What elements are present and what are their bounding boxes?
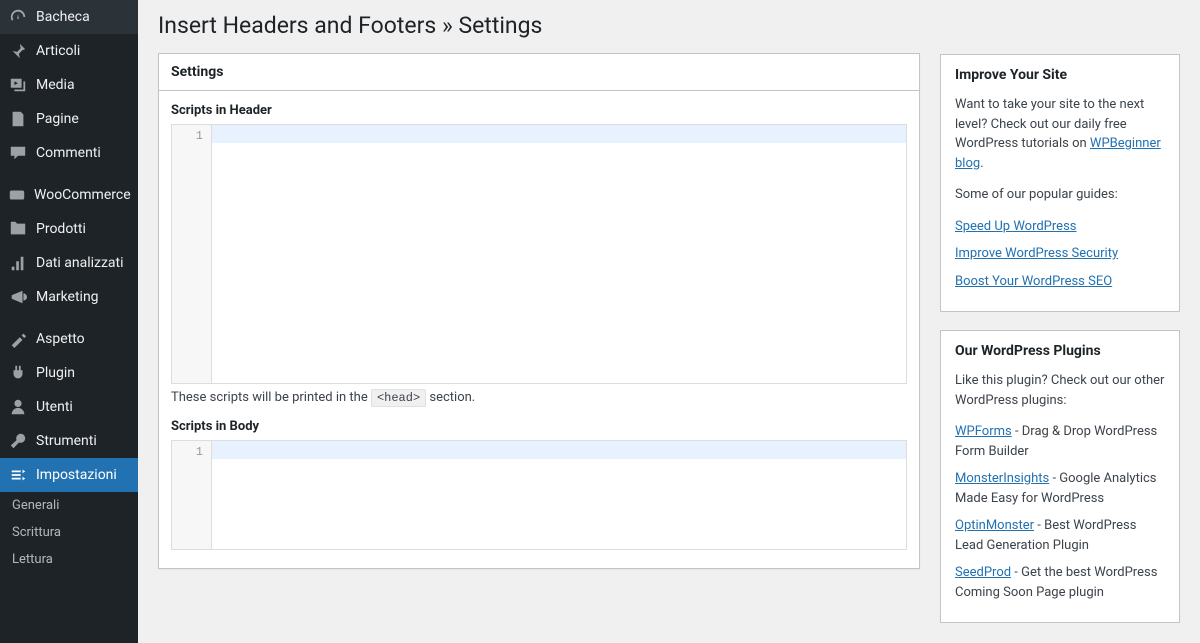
menu-item-aspetto[interactable]: Aspetto [0, 322, 138, 356]
users-icon [8, 397, 28, 417]
submenu-item-lettura[interactable]: Lettura [0, 546, 138, 573]
plugin-item: WPForms - Drag & Drop WordPress Form Bui… [955, 422, 1165, 461]
menu-item-articoli[interactable]: Articoli [0, 34, 138, 68]
menu-item-woocommerce[interactable]: WooCommerce [0, 178, 138, 212]
menu-item-strumenti[interactable]: Strumenti [0, 424, 138, 458]
plugin-icon [8, 363, 28, 383]
scripts-header-input[interactable] [212, 125, 906, 383]
menu-item-label: Strumenti [36, 433, 97, 449]
settings-icon [8, 465, 28, 485]
plugin-item: MonsterInsights - Google Analytics Made … [955, 469, 1165, 508]
menu-item-bacheca[interactable]: Bacheca [0, 0, 138, 34]
scripts-body-input[interactable] [212, 441, 906, 549]
menu-item-label: Prodotti [36, 221, 86, 237]
menu-item-marketing[interactable]: Marketing [0, 280, 138, 314]
appearance-icon [8, 329, 28, 349]
pin-icon [8, 41, 28, 61]
dashboard-icon [8, 7, 28, 27]
guide-link[interactable]: Speed Up WordPress [955, 219, 1076, 234]
settings-box: Settings Scripts in Header 1 These scrip… [158, 53, 920, 569]
plugin-link[interactable]: OptinMonster [955, 518, 1034, 533]
media-icon [8, 75, 28, 95]
menu-item-media[interactable]: Media [0, 68, 138, 102]
scripts-header-editor[interactable]: 1 [171, 124, 907, 384]
menu-item-label: Media [36, 77, 75, 93]
menu-item-commenti[interactable]: Commenti [0, 136, 138, 170]
submenu-item-generali[interactable]: Generali [0, 492, 138, 519]
improve-title: Improve Your Site [955, 67, 1165, 83]
menu-item-label: Dati analizzati [36, 255, 124, 271]
analytics-icon [8, 253, 28, 273]
menu-item-label: Commenti [36, 145, 101, 161]
menu-item-label: Utenti [36, 399, 73, 415]
menu-item-label: Bacheca [36, 9, 90, 25]
settings-box-title: Settings [171, 64, 907, 80]
pages-icon [8, 109, 28, 129]
guide-link[interactable]: Improve WordPress Security [955, 246, 1118, 261]
editor-gutter: 1 [172, 441, 212, 549]
menu-item-label: Plugin [36, 365, 75, 381]
page-title: Insert Headers and Footers » Settings [158, 12, 920, 39]
menu-item-label: Articoli [36, 43, 80, 59]
menu-item-label: Impostazioni [36, 467, 117, 483]
menu-item-impostazioni[interactable]: Impostazioni [0, 458, 138, 492]
menu-item-utenti[interactable]: Utenti [0, 390, 138, 424]
menu-item-dati-analizzati[interactable]: Dati analizzati [0, 246, 138, 280]
menu-item-plugin[interactable]: Plugin [0, 356, 138, 390]
comments-icon [8, 143, 28, 163]
scripts-body-label: Scripts in Body [171, 419, 907, 434]
plugin-link[interactable]: SeedProd [955, 565, 1011, 580]
improve-intro: Want to take your site to the next level… [955, 95, 1165, 173]
admin-sidebar: Bacheca Articoli Media Pagine Commenti WooCom… [0, 0, 138, 643]
scripts-header-help: These scripts will be printed in the <he… [171, 390, 907, 405]
guide-link[interactable]: Boost Your WordPress SEO [955, 274, 1112, 289]
marketing-icon [8, 287, 28, 307]
editor-gutter: 1 [172, 125, 212, 383]
tools-icon [8, 431, 28, 451]
menu-item-label: Marketing [36, 289, 99, 305]
menu-item-label: WooCommerce [34, 187, 131, 203]
our-plugins-box: Our WordPress Plugins Like this plugin? … [940, 330, 1180, 623]
plugins-title: Our WordPress Plugins [955, 343, 1165, 359]
menu-item-pagine[interactable]: Pagine [0, 102, 138, 136]
submenu-item-scrittura[interactable]: Scrittura [0, 519, 138, 546]
plugin-link[interactable]: WPForms [955, 424, 1012, 439]
scripts-body-editor[interactable]: 1 [171, 440, 907, 550]
menu-item-label: Aspetto [36, 331, 85, 347]
menu-item-prodotti[interactable]: Prodotti [0, 212, 138, 246]
plugin-item: OptinMonster - Best WordPress Lead Gener… [955, 516, 1165, 555]
head-tag-code: <head> [371, 389, 426, 407]
woo-icon [8, 185, 26, 205]
products-icon [8, 219, 28, 239]
guides-label: Some of our popular guides: [955, 185, 1165, 205]
scripts-header-label: Scripts in Header [171, 103, 907, 118]
plugin-item: SeedProd - Get the best WordPress Coming… [955, 563, 1165, 602]
improve-site-box: Improve Your Site Want to take your site… [940, 54, 1180, 312]
plugin-link[interactable]: MonsterInsights [955, 471, 1049, 486]
menu-item-label: Pagine [36, 111, 79, 127]
plugins-intro: Like this plugin? Check out our other Wo… [955, 371, 1165, 410]
